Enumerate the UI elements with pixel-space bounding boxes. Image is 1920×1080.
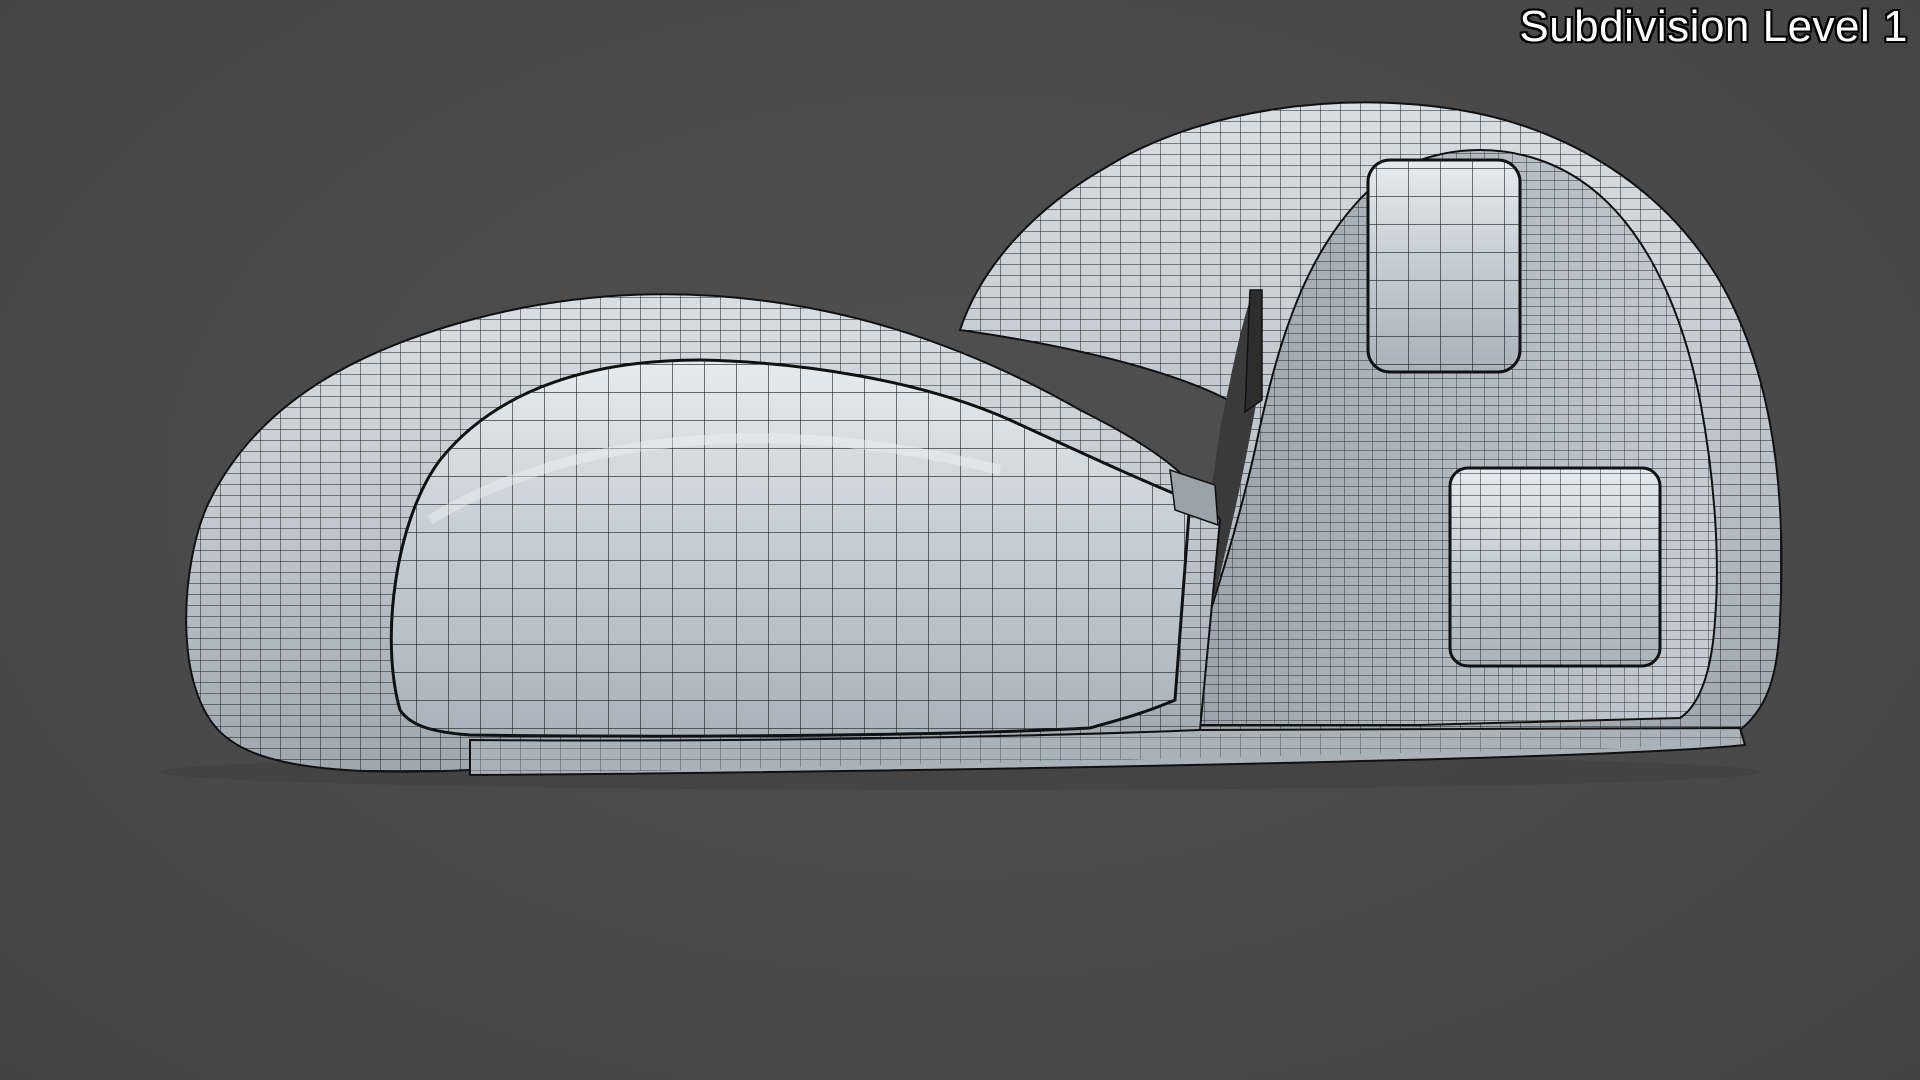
pod-structure-mesh-icon[interactable] xyxy=(0,0,1920,1080)
arch-window-lower xyxy=(1448,466,1662,668)
arch-window-upper xyxy=(1366,158,1522,374)
3d-viewport[interactable]: Subdivision Level 1 xyxy=(0,0,1920,1080)
